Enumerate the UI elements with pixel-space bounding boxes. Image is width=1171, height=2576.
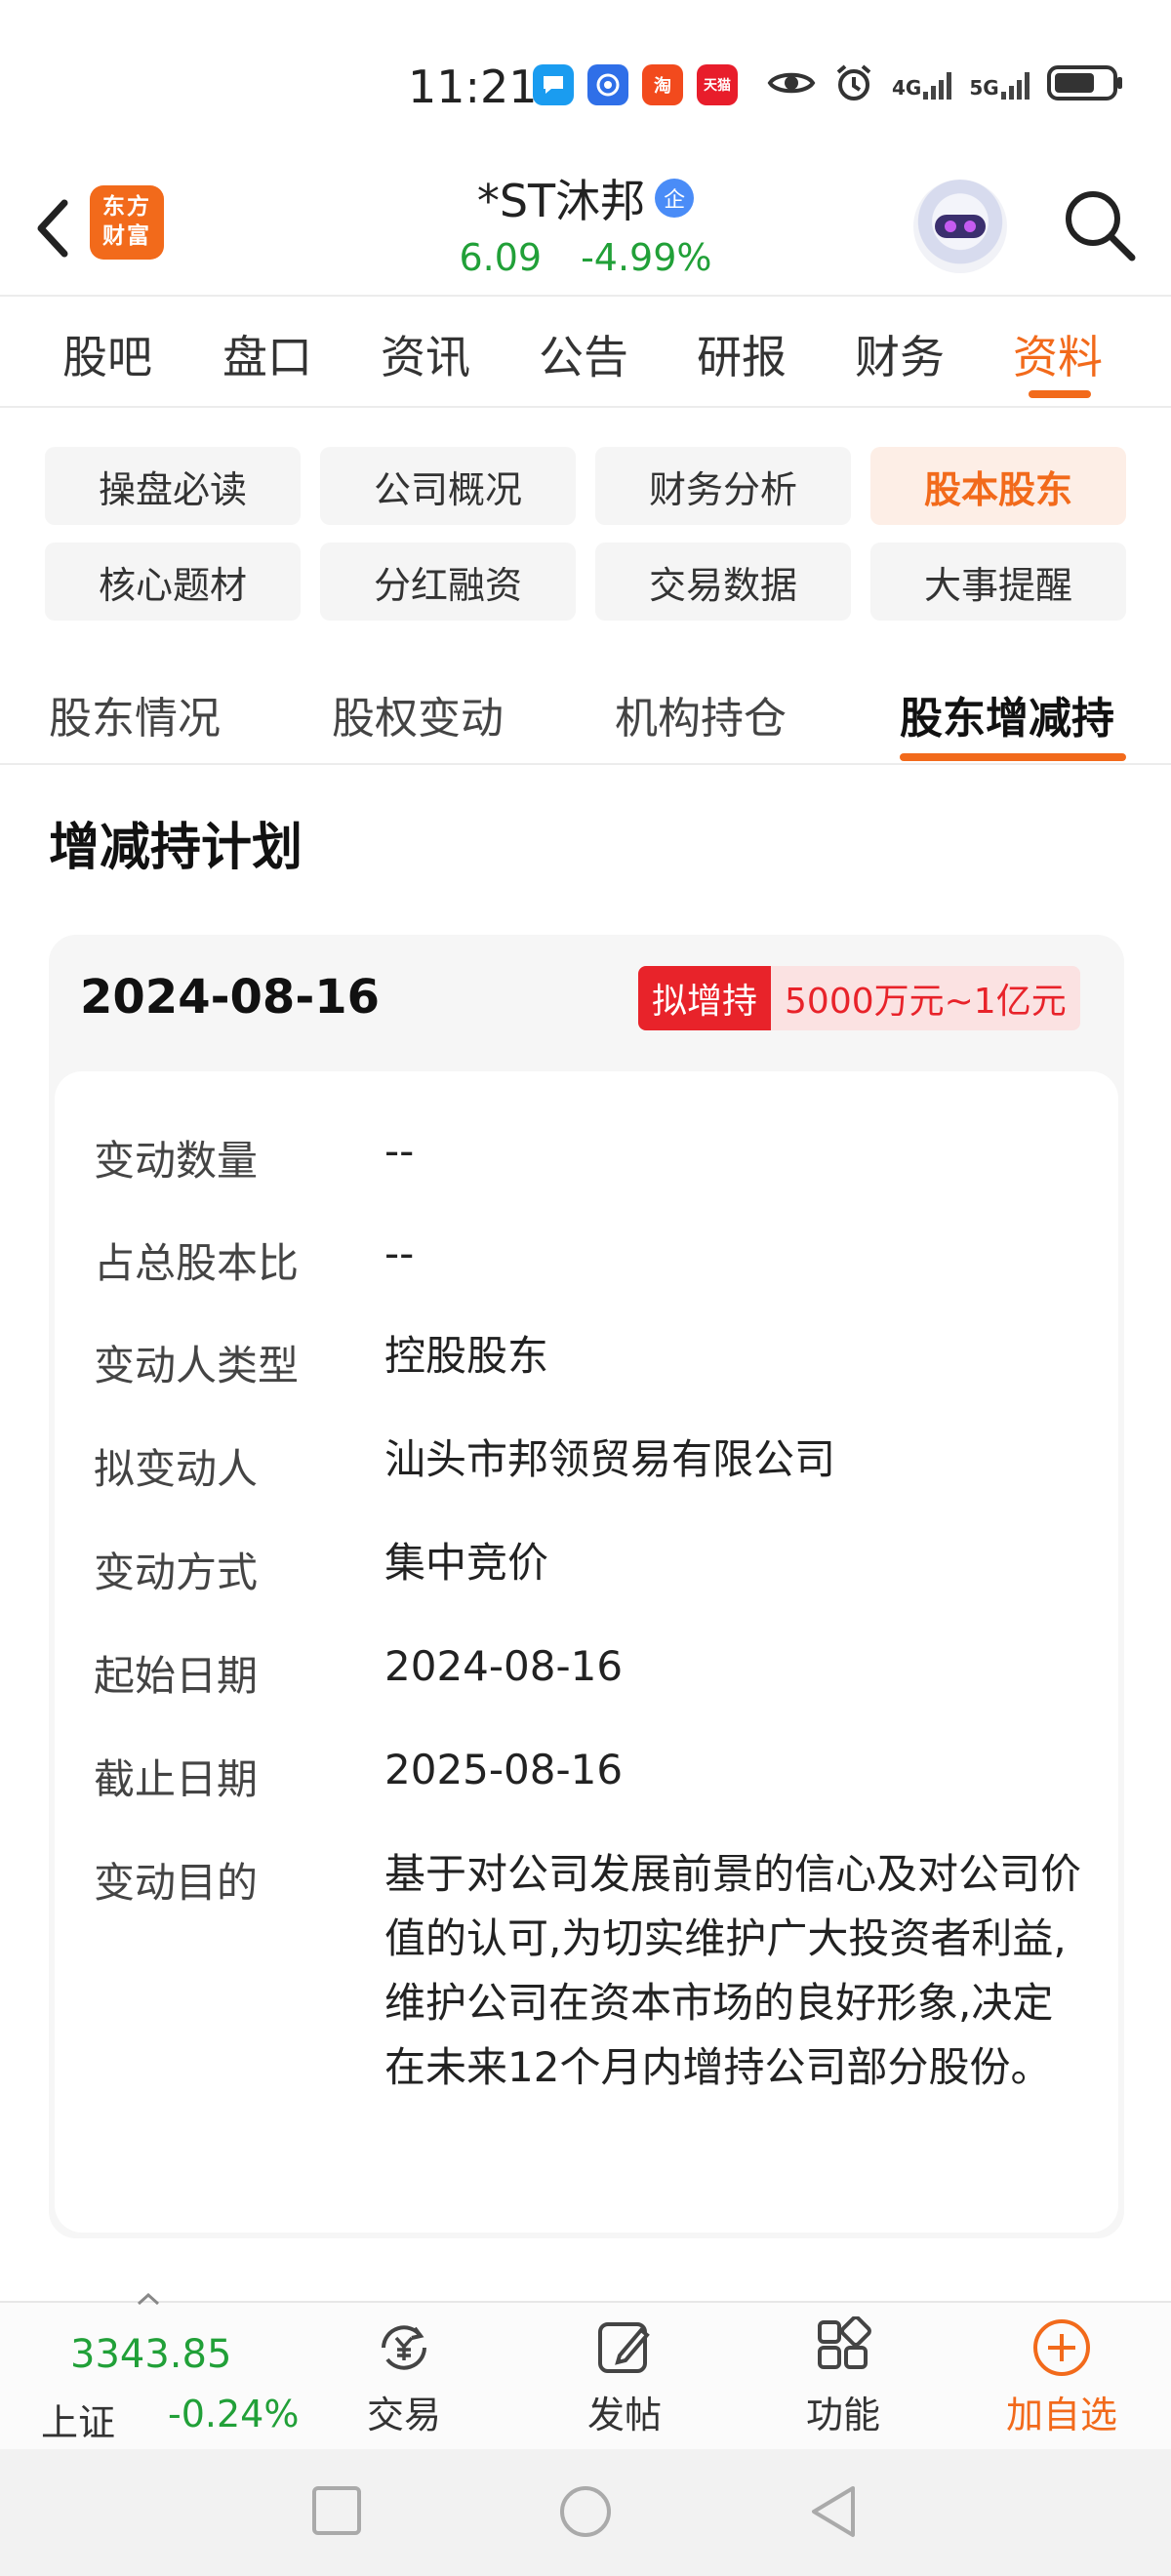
detail-label: 起始日期 — [94, 1652, 259, 1700]
detail-value: 集中竞价 — [384, 1539, 549, 1587]
detail-value: -- — [384, 1229, 415, 1277]
functions-button[interactable]: 功能 — [775, 2316, 911, 2438]
eastmoney-logo[interactable]: 东方 财富 — [90, 185, 164, 260]
grid-apps-icon — [818, 2316, 871, 2369]
chevron-up-icon[interactable] — [137, 2293, 160, 2305]
subtab-holding-changes[interactable]: 股东增减持 — [900, 683, 1114, 745]
status-time: 11:21 — [408, 60, 538, 113]
plan-date: 2024-08-16 — [80, 970, 381, 1025]
recents-icon[interactable] — [310, 2484, 363, 2537]
browser-app-icon — [587, 64, 628, 105]
section-dividend-financing[interactable]: 分红融资 — [320, 543, 576, 621]
post-button[interactable]: 发帖 — [556, 2316, 693, 2438]
section-caopan[interactable]: 操盘必读 — [45, 447, 301, 525]
tab-pankou[interactable]: 盘口 — [222, 322, 312, 386]
detail-label: 变动方式 — [94, 1549, 259, 1596]
tab-gonggao[interactable]: 公告 — [539, 322, 628, 386]
yuan-refresh-icon — [382, 2325, 426, 2370]
section-events[interactable]: 大事提醒 — [870, 543, 1126, 621]
section-company-overview[interactable]: 公司概况 — [320, 447, 576, 525]
stock-header: *ST沐邦 企 6.09 -4.99% 东方 财富 — [0, 166, 1171, 295]
back-icon[interactable] — [808, 2484, 859, 2539]
alarm-icon — [836, 64, 871, 101]
detail-value-purpose: 基于对公司发展前景的信心及对公司价值的认可,为切实维护广大投资者利益,维护公司在… — [384, 1850, 1082, 2091]
tab-ziliao[interactable]: 资料 — [1013, 322, 1103, 386]
detail-value: -- — [384, 1127, 415, 1175]
status-bar: 11:21 淘 天猫 4G 5G — [0, 0, 1171, 166]
tab-zixun[interactable]: 资讯 — [381, 322, 470, 386]
signal-4g-icon: 4G — [892, 66, 952, 100]
status-app-icons: 淘 天猫 — [533, 64, 738, 105]
add-watchlist-button[interactable]: 加自选 — [993, 2316, 1130, 2438]
detail-label: 拟变动人 — [94, 1445, 259, 1493]
home-icon[interactable] — [558, 2484, 613, 2539]
stock-name: *ST沐邦 — [476, 175, 646, 227]
tab-yanbao[interactable]: 研报 — [697, 322, 787, 386]
sub-tab-bar: 股东情况 股权变动 机构持仓 股东增减持 — [0, 664, 1171, 765]
battery-icon — [1046, 65, 1122, 101]
chat-app-icon — [533, 64, 574, 105]
detail-label: 截止日期 — [94, 1755, 259, 1803]
subtab-institutions[interactable]: 机构持仓 — [615, 683, 787, 745]
detail-label: 变动人类型 — [94, 1342, 300, 1389]
detail-label: 变动数量 — [94, 1137, 259, 1185]
detail-value: 汕头市邦领贸易有限公司 — [384, 1435, 836, 1483]
plan-details: 变动数量 -- 占总股本比 -- 变动人类型 控股股东 拟变动人 汕头市邦领贸易… — [55, 1071, 1118, 2233]
tmall-app-icon: 天猫 — [697, 64, 738, 105]
plan-type: 拟增持 — [638, 966, 772, 1030]
bottom-bar: 3343.85 上证 -0.24% 交易 发帖 功能 加自选 — [0, 2293, 1171, 2449]
detail-value: 2025-08-16 — [384, 1746, 624, 1793]
system-nav-bar — [0, 2449, 1171, 2576]
detail-label: 变动目的 — [94, 1859, 259, 1907]
trade-button[interactable]: 交易 — [336, 2316, 472, 2438]
subtab-equity-change[interactable]: 股权变动 — [332, 683, 504, 745]
section-title: 增减持计划 — [49, 819, 303, 877]
plan-amount: 5000万元~1亿元 — [771, 966, 1080, 1030]
section-financial-analysis[interactable]: 财务分析 — [595, 447, 851, 525]
detail-value: 控股股东 — [384, 1332, 549, 1380]
index-change: -0.24% — [168, 2393, 300, 2435]
index-name: 上证 — [41, 2401, 116, 2444]
subtab-shareholders[interactable]: 股东情况 — [49, 683, 221, 745]
index-value: 3343.85 — [70, 2332, 232, 2377]
stock-change: -4.99% — [581, 236, 712, 279]
tab-guba[interactable]: 股吧 — [62, 322, 152, 386]
holding-plan-card: 2024-08-16 拟增持 5000万元~1亿元 变动数量 -- 占总股本比 … — [49, 935, 1124, 2238]
active-tab-indicator — [1029, 390, 1091, 398]
search-icon[interactable] — [1058, 183, 1140, 265]
back-arrow-icon[interactable] — [25, 189, 84, 267]
main-tab-bar: 股吧 盘口 资讯 公告 研报 财务 资料 — [0, 295, 1171, 408]
robot-assistant-avatar[interactable] — [913, 180, 1007, 273]
active-subtab-indicator — [900, 753, 1126, 761]
plan-badge: 拟增持 5000万元~1亿元 — [638, 966, 1080, 1030]
tab-caiwu[interactable]: 财务 — [855, 322, 945, 386]
section-trading-data[interactable]: 交易数据 — [595, 543, 851, 621]
edit-icon — [598, 2322, 650, 2373]
eye-icon — [767, 72, 816, 94]
verified-badge-icon: 企 — [655, 179, 695, 218]
detail-label: 占总股本比 — [94, 1239, 300, 1287]
taobao-app-icon: 淘 — [642, 64, 683, 105]
section-share-capital[interactable]: 股本股东 — [870, 447, 1126, 525]
stock-price: 6.09 — [459, 236, 543, 279]
signal-5g-icon: 5G — [969, 66, 1030, 100]
add-circle-icon — [1033, 2319, 1090, 2376]
detail-value: 2024-08-16 — [384, 1642, 624, 1690]
section-core-themes[interactable]: 核心题材 — [45, 543, 301, 621]
